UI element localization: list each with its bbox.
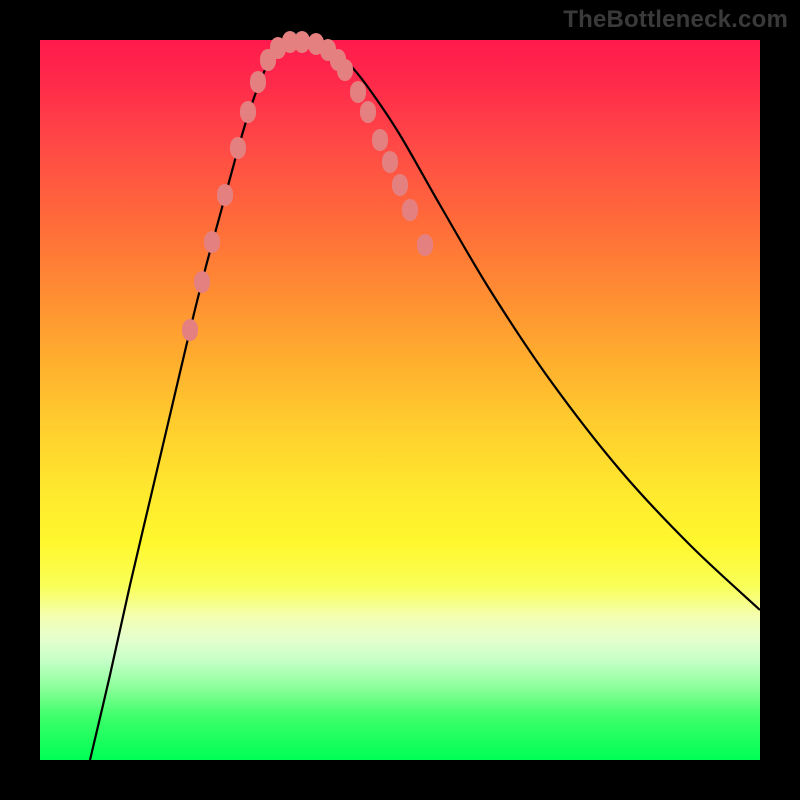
curve-marker [230,137,246,159]
curve-marker [402,199,418,221]
curve-marker [360,101,376,123]
curve-marker [240,101,256,123]
marker-points [182,31,433,341]
curve-marker [204,231,220,253]
curve-marker [217,184,233,206]
curve-layer [40,40,760,760]
chart-frame: TheBottleneck.com [0,0,800,800]
curve-marker [382,151,398,173]
curve-marker [337,59,353,81]
bottleneck-curve [90,41,760,760]
curve-marker [350,81,366,103]
watermark-text: TheBottleneck.com [563,6,788,34]
curve-marker [250,71,266,93]
curve-marker [417,234,433,256]
curve-marker [294,31,310,53]
curve-marker [372,129,388,151]
curve-marker [182,319,198,341]
curve-marker [392,174,408,196]
curve-marker [194,271,210,293]
plot-area [40,40,760,760]
